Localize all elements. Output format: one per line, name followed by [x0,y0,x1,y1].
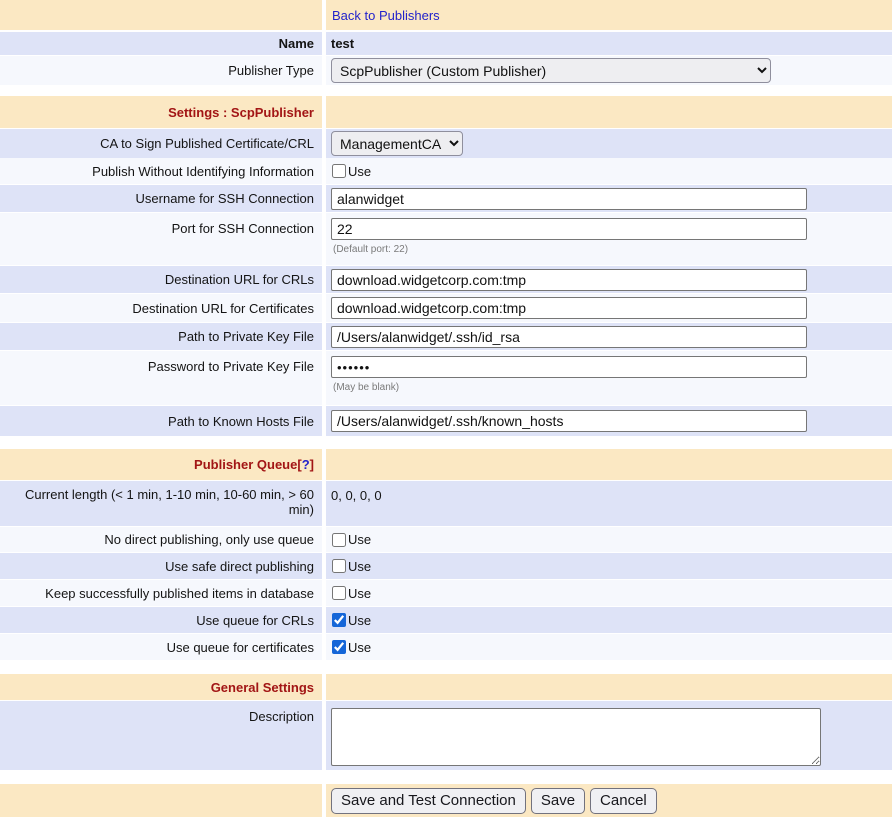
safe-direct-row: Use safe direct publishing Use [0,553,892,580]
queue-length-row: Current length (< 1 min, 1-10 min, 10-60… [0,481,892,527]
crl-url-input[interactable] [331,269,807,291]
name-row: Name test [0,32,892,56]
known-hosts-row: Path to Known Hosts File [0,406,892,437]
queue-length-value: 0, 0, 0, 0 [326,481,892,527]
anonymize-use-label[interactable]: Use [348,164,371,179]
ssh-port-row: Port for SSH Connection (Default port: 2… [0,213,892,266]
ssh-port-input[interactable] [331,218,807,240]
private-key-password-label: Password to Private Key File [0,351,322,406]
publisher-type-select[interactable]: ScpPublisher (Custom Publisher) [331,58,771,83]
keep-published-checkbox[interactable] [332,586,346,600]
queue-certs-label: Use queue for certificates [0,634,322,661]
settings-section-title: Settings : ScpPublisher [0,96,322,129]
private-key-path-input[interactable] [331,326,807,348]
ca-label: CA to Sign Published Certificate/CRL [0,129,322,159]
known-hosts-input[interactable] [331,410,807,432]
only-queue-label: No direct publishing, only use queue [0,527,322,553]
queue-section-title: Publisher Queue [194,457,297,472]
spacer [0,771,892,784]
general-section-title: General Settings [0,674,322,701]
save-button[interactable]: Save [531,788,585,814]
queue-help-bracket-close: ] [310,457,314,472]
spacer [0,85,892,96]
name-label: Name [0,32,322,56]
ssh-username-row: Username for SSH Connection [0,185,892,213]
publisher-type-row: Publisher Type ScpPublisher (Custom Publ… [0,56,892,85]
spacer [0,437,892,449]
anonymize-row: Publish Without Identifying Information … [0,158,892,185]
description-textarea[interactable] [331,708,821,766]
queue-length-label: Current length (< 1 min, 1-10 min, 10-60… [0,481,322,527]
crl-url-label: Destination URL for CRLs [0,266,322,294]
queue-certs-row: Use queue for certificates Use [0,634,892,661]
ca-select[interactable]: ManagementCA [331,131,463,156]
keep-published-label: Keep successfully published items in dat… [0,580,322,607]
cert-url-input[interactable] [331,297,807,319]
top-band: Back to Publishers [0,0,892,30]
private-key-path-row: Path to Private Key File [0,323,892,351]
ssh-port-label: Port for SSH Connection [0,213,322,266]
keep-published-use-label[interactable]: Use [348,586,371,601]
ssh-username-input[interactable] [331,188,807,210]
safe-direct-checkbox[interactable] [332,559,346,573]
safe-direct-use-label[interactable]: Use [348,559,371,574]
actions-band-left [0,784,322,817]
only-queue-checkbox[interactable] [332,533,346,547]
settings-section-header-right [326,96,892,129]
actions-band: Save and Test Connection Save Cancel [0,784,892,817]
private-key-password-hint: (May be blank) [331,382,399,393]
name-value: test [326,32,892,56]
spacer [0,661,892,674]
publisher-type-label: Publisher Type [0,56,322,86]
queue-crls-row: Use queue for CRLs Use [0,607,892,634]
queue-crls-label: Use queue for CRLs [0,607,322,634]
back-to-publishers-link[interactable]: Back to Publishers [332,8,440,23]
ssh-port-hint: (Default port: 22) [331,244,408,255]
queue-section-header: Publisher Queue [?] [0,449,892,481]
anonymize-checkbox[interactable] [332,164,346,178]
top-band-left [0,0,322,30]
queue-help-link[interactable]: ? [302,457,310,472]
cert-url-row: Destination URL for Certificates [0,294,892,323]
general-section-header: General Settings [0,674,892,701]
safe-direct-label: Use safe direct publishing [0,553,322,580]
queue-section-header-right [326,449,892,481]
ssh-username-label: Username for SSH Connection [0,185,322,213]
ca-row: CA to Sign Published Certificate/CRL Man… [0,129,892,158]
only-queue-use-label[interactable]: Use [348,532,371,547]
keep-published-row: Keep successfully published items in dat… [0,580,892,607]
anonymize-label: Publish Without Identifying Information [0,158,322,185]
description-row: Description [0,701,892,771]
private-key-path-label: Path to Private Key File [0,323,322,351]
cert-url-label: Destination URL for Certificates [0,294,322,323]
only-queue-row: No direct publishing, only use queue Use [0,527,892,553]
save-and-test-button[interactable]: Save and Test Connection [331,788,526,814]
queue-section-title-cell: Publisher Queue [?] [0,449,322,481]
crl-url-row: Destination URL for CRLs [0,266,892,294]
description-label: Description [0,701,322,771]
private-key-password-row: Password to Private Key File (May be bla… [0,351,892,406]
known-hosts-label: Path to Known Hosts File [0,406,322,437]
actions-band-right: Save and Test Connection Save Cancel [326,784,892,817]
settings-section-header: Settings : ScpPublisher [0,96,892,129]
queue-crls-checkbox[interactable] [332,613,346,627]
private-key-password-input[interactable] [331,356,807,378]
queue-crls-use-label[interactable]: Use [348,613,371,628]
top-band-right: Back to Publishers [326,0,892,30]
general-section-header-right [326,674,892,701]
cancel-button[interactable]: Cancel [590,788,657,814]
queue-certs-use-label[interactable]: Use [348,640,371,655]
queue-certs-checkbox[interactable] [332,640,346,654]
